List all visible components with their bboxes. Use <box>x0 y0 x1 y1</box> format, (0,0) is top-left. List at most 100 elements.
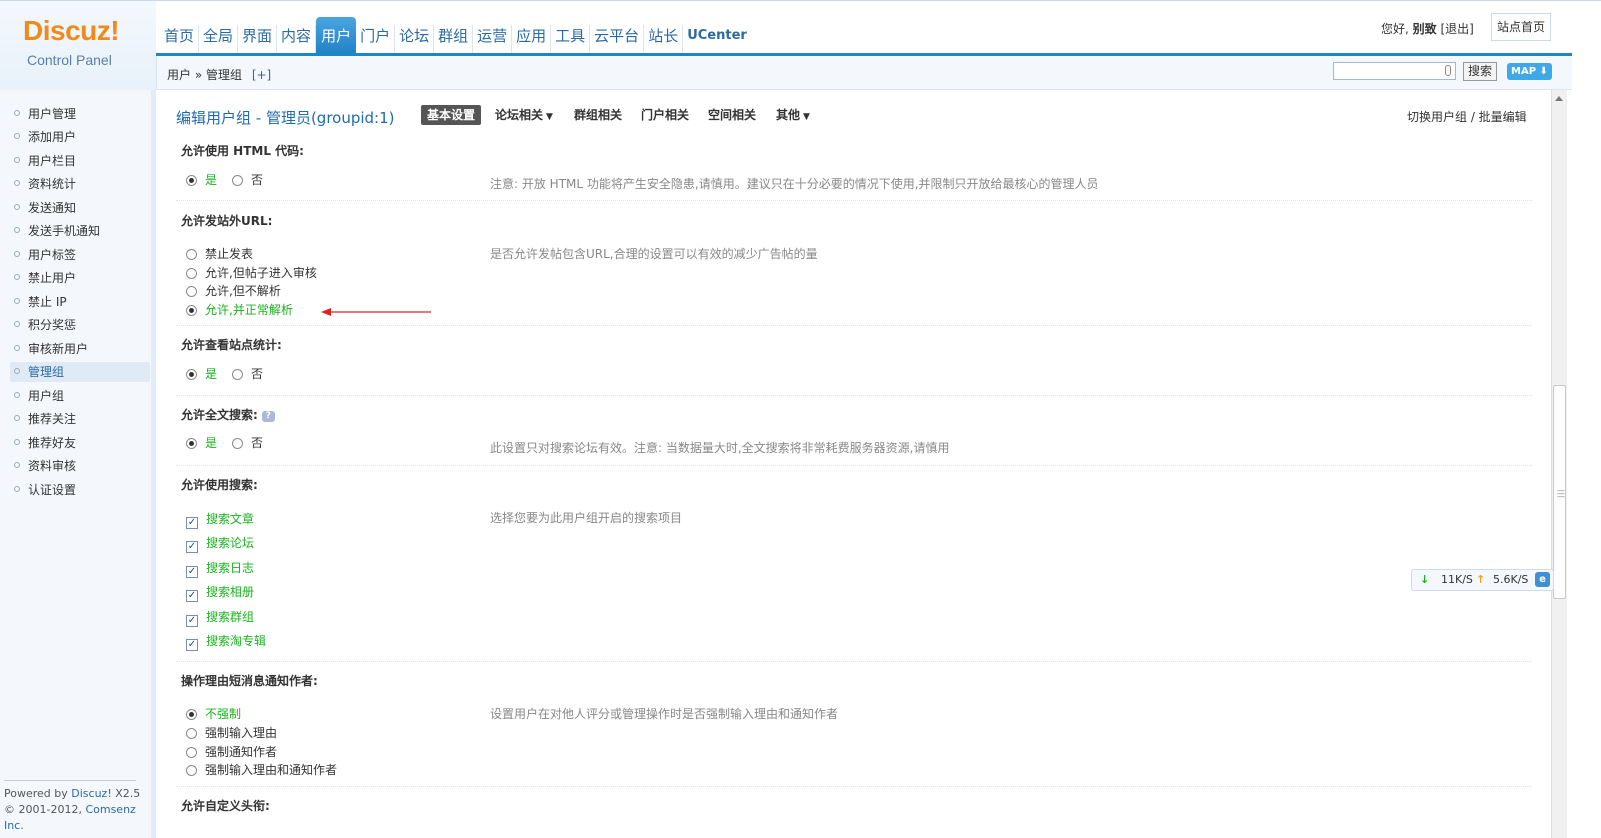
tab-forum[interactable]: 论坛相关 ▼ <box>495 105 553 125</box>
tab-basic[interactable]: 基本设置 <box>421 105 482 125</box>
radio-checked[interactable] <box>186 438 197 449</box>
logo-subtitle: Control Panel <box>27 52 112 68</box>
footer-divider <box>4 780 136 781</box>
radio[interactable] <box>232 175 243 186</box>
radio-checked[interactable] <box>186 175 197 186</box>
help-icon[interactable]: ? <box>261 411 275 422</box>
tab-group[interactable]: 群组相关 <box>574 105 622 125</box>
fulltext-yes-option[interactable]: 是 <box>186 435 217 451</box>
search-input[interactable] <box>1333 62 1456 80</box>
breadcrumb-path[interactable]: 用户 » 管理组 <box>167 68 242 82</box>
sidebar-item-user-manage[interactable]: 用户管理 <box>14 104 150 124</box>
map-button[interactable]: MAP ⬇ <box>1507 63 1552 80</box>
search-articles-option[interactable]: ✓ 搜索文章 <box>186 511 254 529</box>
url-parse-option[interactable]: 允许,并正常解析 <box>186 302 293 318</box>
option-label: 搜索论坛 <box>206 536 255 550</box>
reason-label: 操作理由短消息通知作者: <box>181 674 318 688</box>
radio[interactable] <box>232 369 243 380</box>
breadcrumb-bar: 用户 » 管理组 [+] 搜索 MAP ⬇ <box>156 56 1572 90</box>
radio[interactable] <box>186 765 197 776</box>
nav-user[interactable]: 用户 <box>316 17 357 57</box>
sidebar-item-admin-group[interactable]: 管理组 <box>10 362 150 382</box>
discuz-link[interactable]: Discuz! <box>71 787 111 800</box>
url-moderate-option[interactable]: 允许,但帖子进入审核 <box>186 265 317 281</box>
bullet-icon <box>14 227 20 233</box>
add-shortcut-link[interactable]: [+] <box>252 68 271 82</box>
divider <box>176 465 1532 466</box>
sidebar-item-verify-settings[interactable]: 认证设置 <box>14 480 150 500</box>
url-forbid-option[interactable]: 禁止发表 <box>186 246 253 262</box>
sidebar-item-moderate-users[interactable]: 审核新用户 <box>14 339 150 359</box>
sidebar-item-label: 资料审核 <box>28 459 77 473</box>
radio-checked[interactable] <box>186 305 197 316</box>
checkbox-checked[interactable]: ✓ <box>186 639 198 651</box>
sidebar-item-user-tags[interactable]: 用户标签 <box>14 245 150 265</box>
sidebar-item-recommend-follow[interactable]: 推荐关注 <box>14 409 150 429</box>
radio[interactable] <box>186 249 197 260</box>
sidebar-item-recommend-friends[interactable]: 推荐好友 <box>14 433 150 453</box>
radio[interactable] <box>232 438 243 449</box>
fulltext-no-option[interactable]: 否 <box>232 435 263 451</box>
search-group-option[interactable]: ✓ 搜索群组 <box>186 609 254 627</box>
reason-force-input-option[interactable]: 强制输入理由 <box>186 725 277 741</box>
stats-yes-option[interactable]: 是 <box>186 366 217 382</box>
search-collection-option[interactable]: ✓ 搜索淘专辑 <box>186 633 266 651</box>
option-label: 不强制 <box>205 707 242 721</box>
radio[interactable] <box>186 286 197 297</box>
site-home-button[interactable]: 站点首页 <box>1491 13 1551 41</box>
sidebar-item-profile-review[interactable]: 资料审核 <box>14 456 150 476</box>
html-yes-option[interactable]: 是 <box>186 172 217 188</box>
vertical-scrollbar[interactable]: — — — <box>1551 90 1567 838</box>
html-no-option[interactable]: 否 <box>232 172 263 188</box>
tab-label: 论坛相关 <box>495 108 544 122</box>
stats-no-option[interactable]: 否 <box>232 366 263 382</box>
checkbox-checked[interactable]: ✓ <box>186 566 198 578</box>
radio-checked[interactable] <box>186 709 197 720</box>
radio-checked[interactable] <box>186 369 197 380</box>
sidebar-item-ban-ip[interactable]: 禁止 IP <box>14 292 150 312</box>
sidebar-item-ban-user[interactable]: 禁止用户 <box>14 268 150 288</box>
url-noparse-option[interactable]: 允许,但不解析 <box>186 283 281 299</box>
tab-other[interactable]: 其他 ▼ <box>776 105 810 125</box>
sidebar-item-add-user[interactable]: 添加用户 <box>14 127 150 147</box>
reason-force-both-option[interactable]: 强制输入理由和通知作者 <box>186 762 337 778</box>
reason-force-notify-option[interactable]: 强制通知作者 <box>186 744 277 760</box>
search-blog-option[interactable]: ✓ 搜索日志 <box>186 560 254 578</box>
main-content: 编辑用户组 - 管理员(groupid:1) 基本设置 论坛相关 ▼ 群组相关 门… <box>166 90 1546 838</box>
checkbox-checked[interactable]: ✓ <box>186 541 198 553</box>
radio[interactable] <box>186 268 197 279</box>
sidebar-item-label: 发送手机通知 <box>28 224 101 238</box>
bullet-icon <box>14 321 20 327</box>
sidebar-item-credits[interactable]: 积分奖惩 <box>14 315 150 335</box>
html-tip: 注意: 开放 HTML 功能将产生安全隐患,请慎用。建议只在十分必要的情况下使用… <box>490 177 1099 191</box>
fulltext-tip: 此设置只对搜索论坛有效。注意: 当数据量大时,全文搜索将非常耗费服务器资源,请慎… <box>490 441 950 455</box>
search-forum-option[interactable]: ✓ 搜索论坛 <box>186 535 255 553</box>
logout-link[interactable]: [退出] <box>1441 22 1474 36</box>
scroll-up-arrow-icon[interactable] <box>1555 96 1563 101</box>
tab-space[interactable]: 空间相关 <box>708 105 756 125</box>
stats-label: 允许查看站点统计: <box>181 338 282 352</box>
switch-group-link[interactable]: 切换用户组 / 批量编辑 <box>1407 108 1527 125</box>
sidebar-item-notify[interactable]: 发送通知 <box>14 198 150 218</box>
checkbox-checked[interactable]: ✓ <box>186 590 198 602</box>
sidebar-item-stats[interactable]: 资料统计 <box>14 174 150 194</box>
search-album-option[interactable]: ✓ 搜索相册 <box>186 584 254 602</box>
checkbox-checked[interactable]: ✓ <box>186 517 198 529</box>
sidebar-item-user-group[interactable]: 用户组 <box>14 386 150 406</box>
custom-title-label: 允许自定义头衔: <box>181 799 270 813</box>
radio[interactable] <box>186 747 197 758</box>
ie-icon[interactable]: e <box>1535 572 1550 587</box>
tab-portal[interactable]: 门户相关 <box>641 105 689 125</box>
reason-none-option[interactable]: 不强制 <box>186 706 241 722</box>
bullet-icon <box>14 345 20 351</box>
scrollbar-thumb[interactable]: — — — <box>1553 385 1566 599</box>
bullet-icon <box>14 368 20 374</box>
sidebar-item-profile-fields[interactable]: 用户栏目 <box>14 151 150 171</box>
sidebar-item-mobile-notify[interactable]: 发送手机通知 <box>14 221 150 241</box>
checkbox-checked[interactable]: ✓ <box>186 615 198 627</box>
option-label: 允许,但帖子进入审核 <box>205 266 317 280</box>
microphone-icon[interactable] <box>1445 65 1451 76</box>
logo[interactable]: Discuz! Control Panel <box>0 1 156 91</box>
radio[interactable] <box>186 728 197 739</box>
search-button[interactable]: 搜索 <box>1463 62 1497 81</box>
